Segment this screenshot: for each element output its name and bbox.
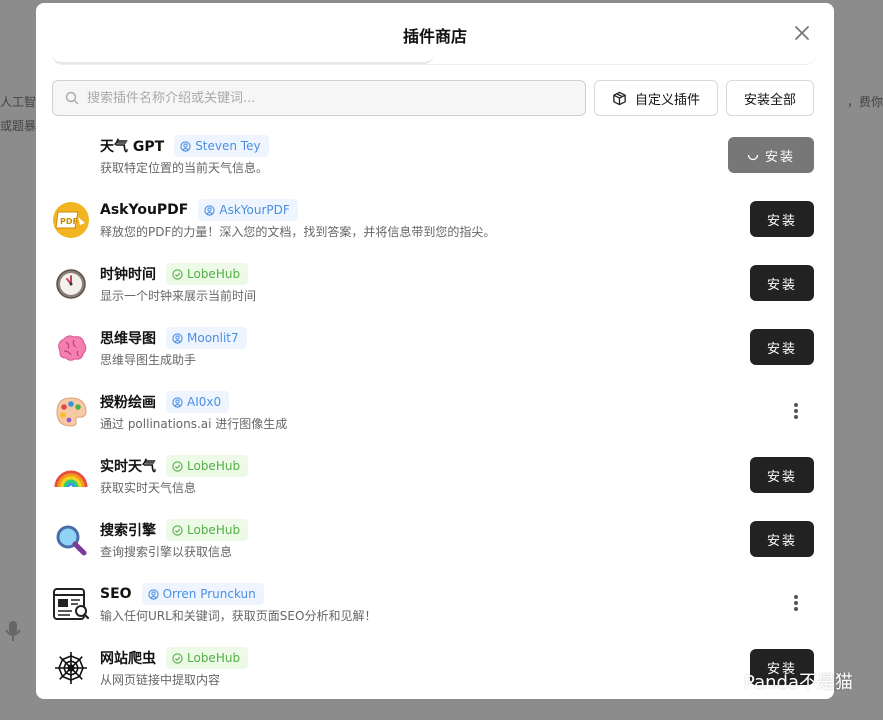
svg-text:PDF: PDF (60, 217, 78, 226)
plugin-description: 通过 pollinations.ai 进行图像生成 (100, 417, 288, 431)
author-tag[interactable]: LobeHub (166, 519, 249, 541)
custom-plugin-label: 自定义插件 (634, 92, 700, 108)
plugin-description: 输入任何URL和关键词，获取页面SEO分析和见解！ (100, 609, 377, 623)
author-name: AskYourPDF (219, 203, 290, 217)
package-icon (613, 91, 626, 105)
plugin-row: 授粉绘画 AI0x0 通过 pollinations.ai 进行图像生成 (52, 387, 814, 451)
check-circle-icon (172, 652, 183, 664)
author-tag[interactable]: LobeHub (166, 647, 249, 669)
custom-plugin-button[interactable]: 自定义插件 (594, 80, 718, 116)
more-options-icon[interactable] (790, 401, 802, 421)
clock-icon (56, 269, 86, 299)
search-icon (65, 91, 79, 105)
plugin-row: 网站爬虫 LobeHub 从网页链接中提取内容 安装 (52, 643, 814, 699)
install-label: 安装 (764, 148, 795, 164)
tab-active[interactable] (52, 49, 434, 64)
background-text: ，费你 (846, 95, 883, 109)
plugin-row: SEO Orren Prunckun 输入任何URL和关键词，获取页面SEO分析… (52, 579, 814, 643)
install-button[interactable]: 安装 (728, 137, 814, 173)
check-circle-icon (172, 524, 183, 536)
user-icon (204, 204, 216, 216)
author-name: Steven Tey (195, 139, 261, 153)
install-all-label: 安装全部 (743, 92, 796, 108)
pdf-icon: PDF (53, 202, 89, 238)
spinner-icon (747, 154, 759, 161)
user-icon (172, 332, 183, 344)
author-tag[interactable]: Moonlit7 (166, 327, 247, 349)
plugin-row: 思维导图 Moonlit7 思维导图生成助手 安装 (52, 323, 814, 387)
author-name: LobeHub (187, 651, 241, 665)
install-button[interactable]: 安装 (750, 265, 814, 301)
background-text: 人工智 (0, 95, 37, 109)
plugin-description: 显示一个时钟来展示当前时间 (100, 289, 257, 303)
magnifier-icon (56, 525, 87, 556)
author-name: LobeHub (187, 523, 241, 537)
plugin-description: 获取实时天气信息 (100, 481, 197, 495)
plugin-row: 天气 GPT Steven Tey 获取特定位置的当前天气信息。 安装 (52, 131, 814, 195)
plugin-row: 时钟时间 LobeHub 显示一个时钟来展示当前时间 安装 (52, 259, 814, 323)
search-box[interactable] (52, 80, 586, 116)
plugin-description: 思维导图生成助手 (100, 353, 197, 367)
search-input[interactable] (87, 90, 567, 106)
author-tag[interactable]: AI0x0 (166, 391, 230, 413)
background-text: 或题暴 (0, 119, 37, 133)
author-tag[interactable]: Steven Tey (174, 135, 269, 157)
install-button[interactable]: 安装 (750, 329, 814, 365)
install-all-button[interactable]: 安装全部 (726, 80, 814, 116)
plugin-name: AskYouPDF (100, 202, 189, 218)
tab-strip (52, 49, 816, 65)
plugin-store-modal: 插件商店 自定义插件 安装全部 天气 GPT Steven Tey (36, 3, 834, 699)
close-icon[interactable] (790, 21, 814, 45)
plugin-description: 查询搜索引擎以获取信息 (100, 545, 233, 559)
more-options-icon[interactable] (790, 593, 802, 613)
plugin-row: 实时天气 LobeHub 获取实时天气信息 安装 (52, 451, 814, 515)
plugin-name: 搜索引擎 (100, 523, 156, 539)
seo-doc-icon (53, 588, 90, 620)
watermark: Panda不是猫 (712, 668, 853, 694)
watermark-text: Panda不是猫 (744, 672, 853, 693)
spider-web-icon (55, 652, 87, 684)
user-icon (180, 140, 191, 152)
plugin-name: SEO (100, 586, 132, 602)
author-tag[interactable]: LobeHub (166, 455, 249, 477)
modal-title: 插件商店 (402, 27, 467, 46)
author-name: LobeHub (187, 267, 241, 281)
author-name: Orren Prunckun (162, 587, 256, 601)
install-button[interactable]: 安装 (750, 201, 814, 237)
plugin-name: 授粉绘画 (100, 395, 156, 411)
check-circle-icon (172, 268, 183, 280)
plugin-list: 天气 GPT Steven Tey 获取特定位置的当前天气信息。 安装 PDF (52, 131, 814, 699)
microphone-icon (5, 621, 21, 641)
plugin-name: 实时天气 (100, 459, 156, 475)
install-button[interactable]: 安装 (750, 521, 814, 557)
user-icon (172, 396, 183, 408)
plugin-name: 时钟时间 (100, 267, 156, 283)
plugin-row: PDF AskYouPDF AskYourPDF 释放您的PDF的力量！深入您的… (52, 195, 814, 259)
plugin-description: 释放您的PDF的力量！深入您的文档，找到答案，并将信息带到您的指尖。 (100, 225, 496, 239)
user-icon (147, 588, 159, 600)
plugin-description: 获取特定位置的当前天气信息。 (100, 161, 269, 175)
install-button[interactable]: 安装 (750, 457, 814, 493)
check-circle-icon (172, 460, 183, 472)
wechat-icon (712, 671, 736, 690)
plugin-description: 从网页链接中提取内容 (100, 673, 221, 687)
author-name: LobeHub (187, 459, 241, 473)
plugin-name: 思维导图 (100, 331, 156, 347)
rainbow-icon (54, 470, 88, 488)
plugin-name: 网站爬虫 (100, 651, 156, 667)
author-tag[interactable]: Orren Prunckun (141, 583, 264, 605)
author-name: Moonlit7 (187, 331, 239, 345)
plugin-avatar (52, 137, 90, 175)
plugin-name: 天气 GPT (100, 139, 165, 155)
author-tag[interactable]: AskYourPDF (198, 199, 298, 221)
palette-icon (56, 397, 87, 427)
plugin-row: 搜索引擎 LobeHub 查询搜索引擎以获取信息 安装 (52, 515, 814, 579)
author-tag[interactable]: LobeHub (166, 263, 249, 285)
brain-icon (58, 335, 87, 361)
author-name: AI0x0 (187, 395, 222, 409)
